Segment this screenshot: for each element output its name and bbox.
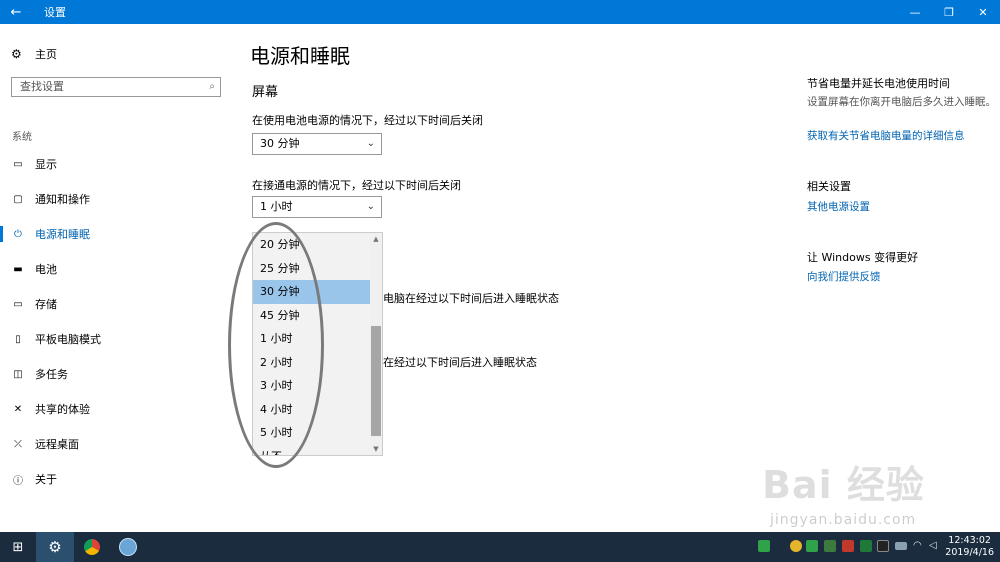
sidebar: ⚙ 主页 查找设置 ⌕ 系统 ▭ 显示 ▢ 通知和操作 ⏻ 电源和睡眠 ▬ 电池… <box>0 24 238 532</box>
related-settings-heading: 相关设置 <box>807 180 851 193</box>
plugged-screen-dropdown[interactable]: 1 小时 ⌄ <box>252 196 382 218</box>
scroll-up-icon[interactable]: ▲ <box>370 233 382 245</box>
sidebar-item-label: 多任务 <box>35 368 68 381</box>
title-bar: ← 设置 — ❐ ✕ <box>0 0 1000 24</box>
app-taskbar-icon[interactable] <box>110 532 146 562</box>
watermark-logo: Bai 经验 <box>762 463 925 507</box>
scroll-down-icon[interactable]: ▼ <box>370 443 382 455</box>
tray-app-icon[interactable] <box>842 540 854 552</box>
taskbar: ⊞ ⚙ ◠ ◁ 12:43:02 2019/4/16 <box>0 532 1000 562</box>
clock-date: 2019/4/16 <box>945 547 994 558</box>
gear-icon: ⚙ <box>11 47 22 61</box>
sidebar-item-label: 关于 <box>35 473 57 486</box>
power-icon: ⏻ <box>14 228 22 240</box>
tablet-icon: ▯ <box>15 333 21 345</box>
tray-app-icon[interactable] <box>758 540 770 552</box>
sidebar-item-label: 电池 <box>35 263 57 276</box>
sidebar-item-notifications[interactable]: ▢ 通知和操作 <box>0 184 238 214</box>
watermark-url: jingyan.baidu.com <box>770 512 917 528</box>
sidebar-item-about[interactable]: ⓘ 关于 <box>0 464 238 494</box>
plugged-screen-label: 在接通电源的情况下，经过以下时间后关闭 <box>252 179 461 192</box>
sidebar-item-display[interactable]: ▭ 显示 <box>0 149 238 179</box>
tray-app-icon[interactable] <box>790 540 802 552</box>
sidebar-item-label: 显示 <box>35 158 57 171</box>
dropdown-scrollbar[interactable]: ▲ ▼ <box>370 233 382 455</box>
feedback-link[interactable]: 向我们提供反馈 <box>807 269 881 284</box>
window-title: 设置 <box>44 6 66 19</box>
sidebar-item-label: 通知和操作 <box>35 193 90 206</box>
battery-tray-icon[interactable] <box>895 542 907 550</box>
wifi-tray-icon[interactable]: ◠ <box>913 540 925 552</box>
sleep-battery-label: 电脑在经过以下时间后进入睡眠状态 <box>383 292 559 305</box>
make-windows-better-heading: 让 Windows 变得更好 <box>807 251 919 264</box>
additional-power-settings-link[interactable]: 其他电源设置 <box>807 199 870 214</box>
tray-app-icon[interactable] <box>824 540 836 552</box>
save-power-heading: 节省电量并延长电池使用时间 <box>807 77 950 90</box>
section-label: 系统 <box>12 132 32 143</box>
sidebar-item-battery[interactable]: ▬ 电池 <box>0 254 238 284</box>
sleep-plugged-label: 在经过以下时间后进入睡眠状态 <box>383 356 537 369</box>
back-arrow-icon[interactable]: ← <box>0 0 32 24</box>
storage-icon: ▭ <box>13 298 23 310</box>
clock-time: 12:43:02 <box>948 535 991 546</box>
info-icon: ⓘ <box>13 475 23 487</box>
search-input[interactable]: 查找设置 ⌕ <box>11 77 221 97</box>
sidebar-item-storage[interactable]: ▭ 存储 <box>0 289 238 319</box>
chevron-down-icon: ⌄ <box>366 201 375 212</box>
sidebar-item-tablet-mode[interactable]: ▯ 平板电脑模式 <box>0 324 238 354</box>
minimize-icon[interactable]: — <box>898 0 932 24</box>
monitor-icon: ▭ <box>13 158 23 170</box>
sidebar-item-remote-desktop[interactable]: ⤫ 远程桌面 <box>0 429 238 459</box>
battery-icon: ▬ <box>13 263 23 275</box>
qq-tray-icon[interactable] <box>877 540 889 552</box>
close-icon[interactable]: ✕ <box>966 0 1000 24</box>
remote-desktop-icon: ⤫ <box>14 438 22 450</box>
battery-screen-dropdown[interactable]: 30 分钟 ⌄ <box>252 133 382 155</box>
notification-icon: ▢ <box>13 193 23 205</box>
sidebar-item-multitasking[interactable]: ◫ 多任务 <box>0 359 238 389</box>
chevron-down-icon: ⌄ <box>366 138 375 149</box>
sidebar-item-power-sleep[interactable]: ⏻ 电源和睡眠 <box>0 219 238 249</box>
search-placeholder: 查找设置 <box>20 80 64 93</box>
shared-icon: ✕ <box>13 403 23 415</box>
sidebar-item-label: 共享的体验 <box>35 403 90 416</box>
annotation-ellipse <box>228 222 324 468</box>
save-power-link[interactable]: 获取有关节省电脑电量的详细信息 <box>807 128 965 143</box>
scrollbar-thumb[interactable] <box>371 326 381 436</box>
volume-tray-icon[interactable]: ◁ <box>929 540 941 552</box>
sidebar-item-label: 平板电脑模式 <box>35 333 101 346</box>
screen-heading: 屏幕 <box>252 85 279 100</box>
sidebar-item-label: 存储 <box>35 298 57 311</box>
search-icon: ⌕ <box>209 81 215 92</box>
sidebar-item-label: 电源和睡眠 <box>35 228 90 241</box>
page-title: 电源和睡眠 <box>250 44 350 68</box>
taskbar-clock[interactable]: 12:43:02 2019/4/16 <box>945 535 994 559</box>
save-power-text: 设置屏幕在你离开电脑后多久进入睡眠。 <box>807 96 996 108</box>
sidebar-item-label: 主页 <box>35 48 57 61</box>
windows-start-icon[interactable]: ⊞ <box>0 532 36 562</box>
settings-taskbar-icon[interactable]: ⚙ <box>36 532 74 562</box>
sidebar-item-home[interactable]: ⚙ 主页 <box>11 46 57 62</box>
tray-app-icon[interactable] <box>806 540 818 552</box>
tray-app-icon[interactable] <box>860 540 872 552</box>
sidebar-item-shared-experiences[interactable]: ✕ 共享的体验 <box>0 394 238 424</box>
maximize-icon[interactable]: ❐ <box>932 0 966 24</box>
multitask-icon: ◫ <box>13 368 23 380</box>
chrome-taskbar-icon[interactable] <box>74 532 110 562</box>
battery-screen-label: 在使用电池电源的情况下，经过以下时间后关闭 <box>252 114 483 127</box>
dropdown-value: 1 小时 <box>260 200 293 213</box>
sidebar-item-label: 远程桌面 <box>35 438 79 451</box>
main-content: 电源和睡眠 屏幕 在使用电池电源的情况下，经过以下时间后关闭 30 分钟 ⌄ 在… <box>250 24 770 532</box>
dropdown-value: 30 分钟 <box>260 137 300 150</box>
